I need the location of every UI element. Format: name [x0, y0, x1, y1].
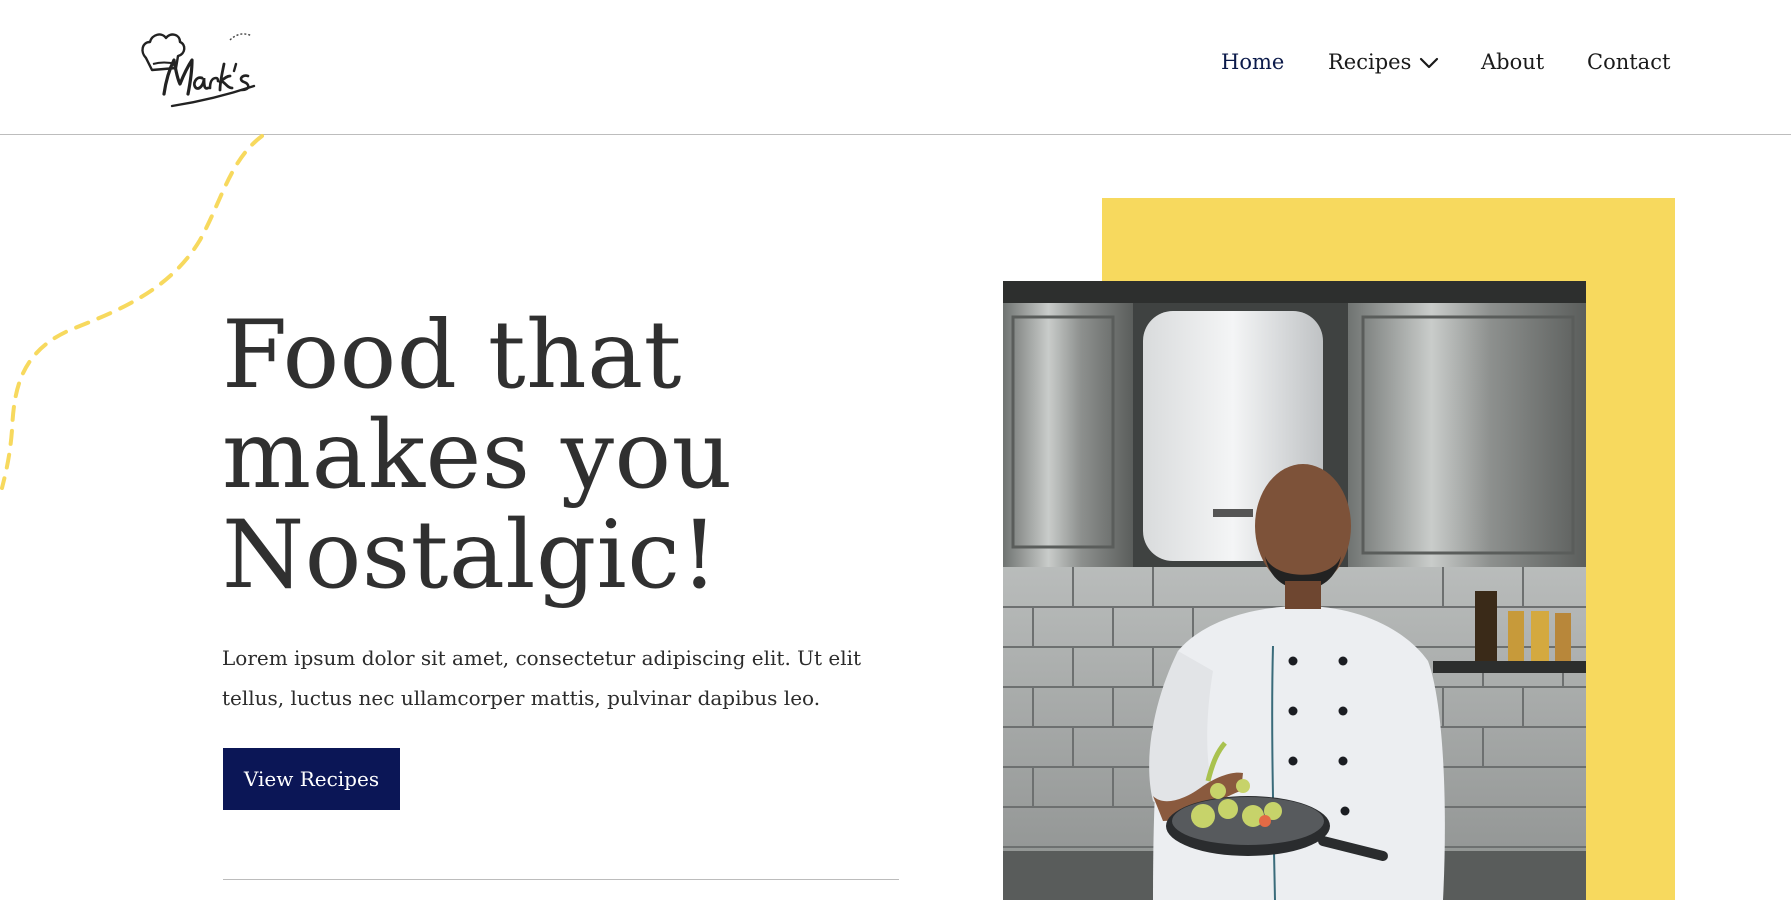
hero-title-line-3: Nostalgic!	[222, 501, 719, 610]
section-divider	[223, 879, 899, 880]
site-header: Home Recipes About Contact	[0, 0, 1791, 135]
main-nav: Home Recipes About Contact	[0, 50, 1791, 82]
chef-photo-illustration	[1003, 281, 1586, 900]
view-recipes-button[interactable]: View Recipes	[223, 748, 400, 810]
nav-item-contact[interactable]: Contact	[1587, 50, 1670, 74]
hero-chef-image	[1003, 281, 1586, 900]
hero-description: Lorem ipsum dolor sit amet, consectetur …	[222, 646, 862, 710]
hero-title: Food that makes you Nostalgic!	[222, 306, 942, 606]
hero-title-line-2: makes you	[222, 401, 733, 510]
nav-item-recipes[interactable]: Recipes	[1328, 50, 1439, 74]
nav-item-about[interactable]: About	[1481, 50, 1544, 74]
nav-item-home[interactable]: Home	[1221, 50, 1284, 74]
nav-item-recipes-label: Recipes	[1328, 50, 1412, 74]
hero-title-line-1: Food that	[222, 301, 682, 410]
chevron-down-icon	[1419, 50, 1439, 74]
